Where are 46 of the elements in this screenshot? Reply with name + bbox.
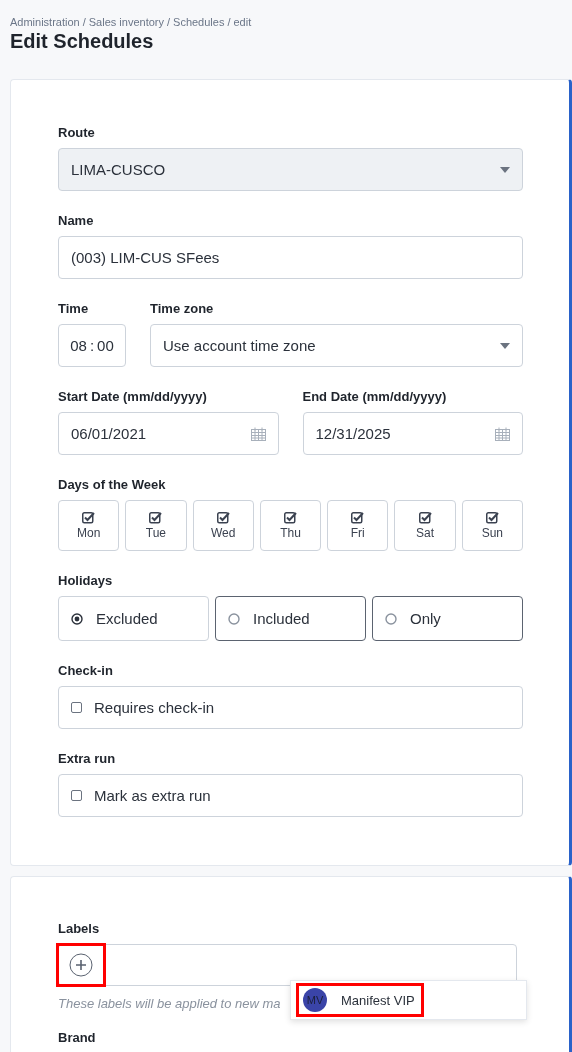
field-label: Time xyxy=(58,301,90,316)
dropdown-option[interactable]: MV Manifest VIP xyxy=(296,983,424,1017)
calendar-icon xyxy=(495,426,510,441)
breadcrumb-separator: / xyxy=(82,16,86,28)
day-toggle[interactable]: Wed xyxy=(192,500,254,551)
caret-icon xyxy=(500,342,510,349)
field-label: End Date (mm/dd/yyyy) xyxy=(302,389,448,404)
breadcrumb-link[interactable]: Schedules xyxy=(173,16,225,28)
checkbox-option[interactable]: Mark as extra run xyxy=(58,774,523,817)
day-toggle[interactable]: Thu xyxy=(259,500,322,551)
breadcrumb-link[interactable]: edit xyxy=(233,16,252,28)
breadcrumb-link[interactable]: Administration xyxy=(10,16,80,28)
radio-option[interactable]: Excluded xyxy=(58,596,209,641)
checkbox-option[interactable]: Requires check-in xyxy=(58,686,523,729)
field-label: Holidays xyxy=(58,573,114,588)
breadcrumb-link[interactable]: Sales inventory xyxy=(88,16,164,28)
field-label: Name xyxy=(58,213,95,228)
breadcrumb-separator: / xyxy=(167,16,171,28)
field-label: Days of the Week xyxy=(58,477,167,492)
field-label: Start Date (mm/dd/yyyy) xyxy=(58,389,208,404)
day-toggle[interactable]: Sun xyxy=(461,500,523,551)
name-field[interactable]: (003) LIM-CUS SFees xyxy=(58,236,523,279)
date-field[interactable]: 06/01/2021 xyxy=(58,412,279,455)
breadcrumb-separator: / xyxy=(227,16,231,28)
field-label: Time zone xyxy=(150,301,215,316)
date-field[interactable]: 12/31/2025 xyxy=(302,412,523,455)
add-icon[interactable] xyxy=(69,953,93,977)
radio-option[interactable]: Only xyxy=(372,596,523,641)
time-field[interactable]: 08 : 00 xyxy=(58,324,126,367)
day-toggle[interactable]: Sat xyxy=(394,500,456,551)
day-toggle[interactable]: Tue xyxy=(125,500,187,551)
labels-field[interactable] xyxy=(58,944,517,986)
day-toggle[interactable]: Mon xyxy=(58,500,120,551)
field-label: Route xyxy=(58,125,96,140)
calendar-icon xyxy=(250,426,266,441)
caret-icon xyxy=(500,166,510,173)
avatar: MV xyxy=(303,988,327,1012)
field-label: Brand xyxy=(58,1030,97,1045)
field-label: Check-in xyxy=(58,663,114,678)
field-label: Extra run xyxy=(58,751,117,766)
field-label: Labels xyxy=(58,921,101,936)
day-toggle[interactable]: Fri xyxy=(327,500,389,551)
help-text: These labels will be applied to new ma xyxy=(58,996,281,1011)
time-zone-select[interactable]: Use account time zone xyxy=(150,324,523,367)
page-title: Edit Schedules xyxy=(10,29,155,54)
radio-option[interactable]: Included xyxy=(215,596,366,641)
